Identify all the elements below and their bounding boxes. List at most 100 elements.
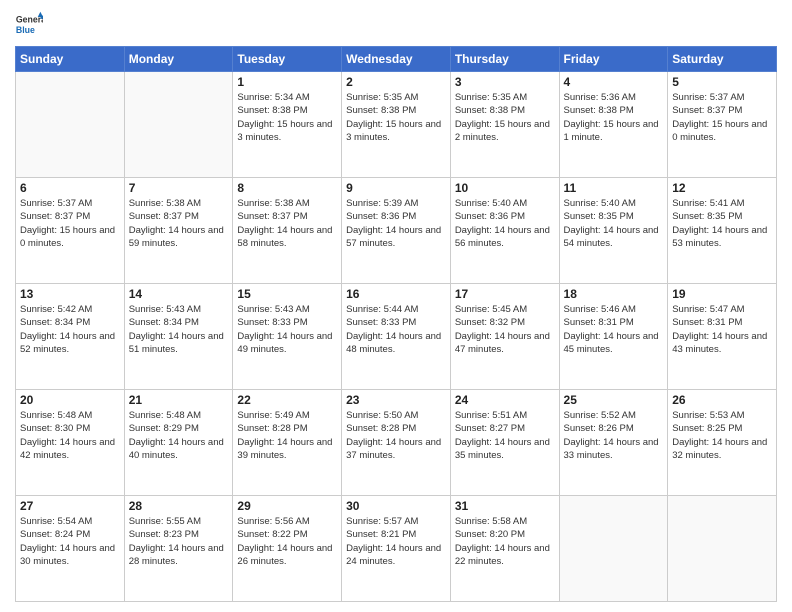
day-info: Sunrise: 5:40 AMSunset: 8:35 PMDaylight:… <box>564 197 664 250</box>
calendar-cell: 10 Sunrise: 5:40 AMSunset: 8:36 PMDayligh… <box>450 178 559 284</box>
day-number: 14 <box>129 287 229 301</box>
day-info: Sunrise: 5:42 AMSunset: 8:34 PMDaylight:… <box>20 303 120 356</box>
day-info: Sunrise: 5:43 AMSunset: 8:34 PMDaylight:… <box>129 303 229 356</box>
calendar-cell: 1 Sunrise: 5:34 AMSunset: 8:38 PMDaylight… <box>233 72 342 178</box>
day-number: 16 <box>346 287 446 301</box>
day-info: Sunrise: 5:41 AMSunset: 8:35 PMDaylight:… <box>672 197 772 250</box>
day-info: Sunrise: 5:36 AMSunset: 8:38 PMDaylight:… <box>564 91 664 144</box>
calendar-cell: 3Sunrise: 5:35 AMSunset: 8:38 PMDaylight… <box>450 72 559 178</box>
calendar-cell <box>124 72 233 178</box>
calendar-cell: 11 Sunrise: 5:40 AMSunset: 8:35 PMDayligh… <box>559 178 668 284</box>
calendar-cell: 16 Sunrise: 5:44 AMSunset: 8:33 PMDayligh… <box>342 284 451 390</box>
calendar-cell: 21 Sunrise: 5:48 AMSunset: 8:29 PMDayligh… <box>124 390 233 496</box>
day-number: 7 <box>129 181 229 195</box>
day-info: Sunrise: 5:56 AMSunset: 8:22 PMDaylight:… <box>237 515 337 568</box>
day-number: 27 <box>20 499 120 513</box>
day-number: 23 <box>346 393 446 407</box>
weekday-header: Friday <box>559 47 668 72</box>
day-number: 15 <box>237 287 337 301</box>
calendar-cell: 24Sunrise: 5:51 AMSunset: 8:27 PMDayligh… <box>450 390 559 496</box>
day-info: Sunrise: 5:48 AMSunset: 8:29 PMDaylight:… <box>129 409 229 462</box>
calendar-cell: 30 Sunrise: 5:57 AMSunset: 8:21 PMDayligh… <box>342 496 451 602</box>
day-number: 31 <box>455 499 555 513</box>
calendar-cell: 6Sunrise: 5:37 AMSunset: 8:37 PMDaylight… <box>16 178 125 284</box>
day-info: Sunrise: 5:38 AMSunset: 8:37 PMDaylight:… <box>129 197 229 250</box>
calendar-cell: 2Sunrise: 5:35 AMSunset: 8:38 PMDaylight… <box>342 72 451 178</box>
day-number: 25 <box>564 393 664 407</box>
day-number: 29 <box>237 499 337 513</box>
calendar-cell: 8 Sunrise: 5:38 AMSunset: 8:37 PMDaylight… <box>233 178 342 284</box>
day-number: 8 <box>237 181 337 195</box>
day-number: 5 <box>672 75 772 89</box>
day-info: Sunrise: 5:47 AMSunset: 8:31 PMDaylight:… <box>672 303 772 356</box>
weekday-header: Monday <box>124 47 233 72</box>
day-info: Sunrise: 5:49 AMSunset: 8:28 PMDaylight:… <box>237 409 337 462</box>
day-info: Sunrise: 5:40 AMSunset: 8:36 PMDaylight:… <box>455 197 555 250</box>
day-number: 19 <box>672 287 772 301</box>
day-number: 21 <box>129 393 229 407</box>
day-number: 9 <box>346 181 446 195</box>
day-number: 30 <box>346 499 446 513</box>
calendar-week-row: 20Sunrise: 5:48 AMSunset: 8:30 PMDayligh… <box>16 390 777 496</box>
day-info: Sunrise: 5:51 AMSunset: 8:27 PMDaylight:… <box>455 409 555 462</box>
day-info: Sunrise: 5:43 AMSunset: 8:33 PMDaylight:… <box>237 303 337 356</box>
calendar-cell: 23Sunrise: 5:50 AMSunset: 8:28 PMDayligh… <box>342 390 451 496</box>
calendar-cell: 7 Sunrise: 5:38 AMSunset: 8:37 PMDaylight… <box>124 178 233 284</box>
day-info: Sunrise: 5:55 AMSunset: 8:23 PMDaylight:… <box>129 515 229 568</box>
calendar-cell: 15 Sunrise: 5:43 AMSunset: 8:33 PMDayligh… <box>233 284 342 390</box>
calendar-cell <box>668 496 777 602</box>
day-info: Sunrise: 5:52 AMSunset: 8:26 PMDaylight:… <box>564 409 664 462</box>
calendar-cell: 5Sunrise: 5:37 AMSunset: 8:37 PMDaylight… <box>668 72 777 178</box>
day-info: Sunrise: 5:35 AMSunset: 8:38 PMDaylight:… <box>346 91 446 144</box>
day-number: 26 <box>672 393 772 407</box>
day-number: 12 <box>672 181 772 195</box>
day-number: 1 <box>237 75 337 89</box>
day-info: Sunrise: 5:46 AMSunset: 8:31 PMDaylight:… <box>564 303 664 356</box>
day-info: Sunrise: 5:58 AMSunset: 8:20 PMDaylight:… <box>455 515 555 568</box>
day-number: 11 <box>564 181 664 195</box>
day-number: 13 <box>20 287 120 301</box>
svg-text:Blue: Blue <box>16 25 35 35</box>
day-info: Sunrise: 5:35 AMSunset: 8:38 PMDaylight:… <box>455 91 555 144</box>
calendar-cell: 13 Sunrise: 5:42 AMSunset: 8:34 PMDayligh… <box>16 284 125 390</box>
calendar-cell <box>559 496 668 602</box>
logo-icon: General Blue <box>15 10 43 38</box>
day-info: Sunrise: 5:39 AMSunset: 8:36 PMDaylight:… <box>346 197 446 250</box>
calendar-cell: 26Sunrise: 5:53 AMSunset: 8:25 PMDayligh… <box>668 390 777 496</box>
calendar-week-row: 6Sunrise: 5:37 AMSunset: 8:37 PMDaylight… <box>16 178 777 284</box>
day-number: 20 <box>20 393 120 407</box>
day-info: Sunrise: 5:45 AMSunset: 8:32 PMDaylight:… <box>455 303 555 356</box>
day-info: Sunrise: 5:44 AMSunset: 8:33 PMDaylight:… <box>346 303 446 356</box>
calendar-cell: 22Sunrise: 5:49 AMSunset: 8:28 PMDayligh… <box>233 390 342 496</box>
weekday-header: Wednesday <box>342 47 451 72</box>
page-container: General Blue SundayMondayTuesdayWednesda… <box>0 0 792 612</box>
calendar-cell: 12 Sunrise: 5:41 AMSunset: 8:35 PMDayligh… <box>668 178 777 284</box>
weekday-header: Sunday <box>16 47 125 72</box>
day-info: Sunrise: 5:57 AMSunset: 8:21 PMDaylight:… <box>346 515 446 568</box>
day-number: 6 <box>20 181 120 195</box>
calendar-cell: 18 Sunrise: 5:46 AMSunset: 8:31 PMDayligh… <box>559 284 668 390</box>
weekday-header: Thursday <box>450 47 559 72</box>
logo: General Blue <box>15 10 47 38</box>
calendar-table: SundayMondayTuesdayWednesdayThursdayFrid… <box>15 46 777 602</box>
day-number: 18 <box>564 287 664 301</box>
calendar-cell: 14 Sunrise: 5:43 AMSunset: 8:34 PMDayligh… <box>124 284 233 390</box>
day-number: 17 <box>455 287 555 301</box>
day-info: Sunrise: 5:38 AMSunset: 8:37 PMDaylight:… <box>237 197 337 250</box>
day-number: 4 <box>564 75 664 89</box>
calendar-cell: 9 Sunrise: 5:39 AMSunset: 8:36 PMDaylight… <box>342 178 451 284</box>
day-number: 28 <box>129 499 229 513</box>
calendar-cell: 19 Sunrise: 5:47 AMSunset: 8:31 PMDayligh… <box>668 284 777 390</box>
day-info: Sunrise: 5:34 AMSunset: 8:38 PMDaylight:… <box>237 91 337 144</box>
weekday-header-row: SundayMondayTuesdayWednesdayThursdayFrid… <box>16 47 777 72</box>
header: General Blue <box>15 10 777 38</box>
calendar-week-row: 27 Sunrise: 5:54 AMSunset: 8:24 PMDayligh… <box>16 496 777 602</box>
calendar-cell: 20Sunrise: 5:48 AMSunset: 8:30 PMDayligh… <box>16 390 125 496</box>
day-info: Sunrise: 5:54 AMSunset: 8:24 PMDaylight:… <box>20 515 120 568</box>
calendar-week-row: 1 Sunrise: 5:34 AMSunset: 8:38 PMDaylight… <box>16 72 777 178</box>
weekday-header: Tuesday <box>233 47 342 72</box>
calendar-week-row: 13 Sunrise: 5:42 AMSunset: 8:34 PMDayligh… <box>16 284 777 390</box>
calendar-cell: 27 Sunrise: 5:54 AMSunset: 8:24 PMDayligh… <box>16 496 125 602</box>
day-number: 10 <box>455 181 555 195</box>
calendar-cell: 17 Sunrise: 5:45 AMSunset: 8:32 PMDayligh… <box>450 284 559 390</box>
